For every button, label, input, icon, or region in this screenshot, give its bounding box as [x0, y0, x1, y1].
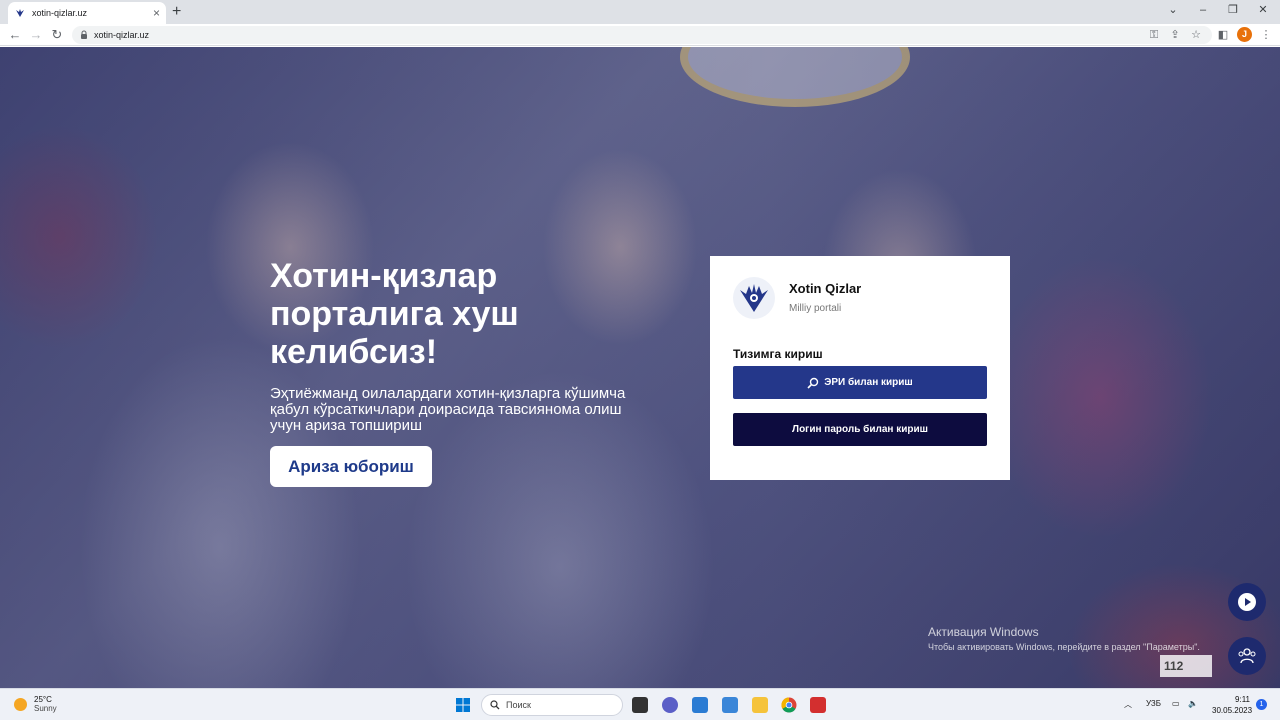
hero-overlay — [0, 47, 1280, 688]
hero-title: Хотин-қизлар порталига хуш келибсиз! — [270, 257, 519, 371]
windows-taskbar: 25°C Sunny Поиск ︿ УЗБ ▭ 🔈 9:11 30.05.20… — [0, 688, 1280, 720]
menu-dots-icon[interactable]: ⋮ — [1258, 27, 1274, 43]
play-video-button[interactable] — [1228, 583, 1266, 621]
eri-login-button[interactable]: ЭРИ билан кириш — [733, 366, 987, 399]
taskbar-search[interactable]: Поиск — [481, 694, 623, 716]
login-heading: Тизимга кириш — [733, 347, 823, 361]
chrome-icon[interactable] — [781, 697, 797, 713]
windows-start-icon[interactable] — [455, 697, 471, 713]
close-window-icon[interactable]: ✕ — [1248, 2, 1278, 18]
network-icon[interactable]: ▭ — [1172, 699, 1180, 708]
clock-date: 30.05.2023 — [1212, 706, 1253, 715]
browser-tab-strip: xotin-qizlar.uz × + ⌄ – ❐ ✕ — [0, 0, 1280, 24]
search-key-icon — [807, 377, 819, 389]
eagle-logo-icon — [733, 277, 775, 319]
hero-subtitle: Эҳтиёжманд оилалардаги хотин-қизларга кў… — [270, 385, 626, 434]
activation-title: Активация Windows — [928, 625, 1039, 639]
share-icon[interactable]: ⇪ — [1167, 27, 1183, 43]
notification-badge[interactable]: 1 — [1256, 699, 1267, 710]
reload-icon[interactable]: ↻ — [48, 27, 66, 43]
clock-time: 9:11 — [1235, 695, 1250, 704]
minimize-icon[interactable]: – — [1188, 2, 1218, 18]
profile-avatar[interactable]: J — [1237, 27, 1252, 42]
brand-subtitle: Milliy portali — [789, 303, 842, 314]
search-label: Поиск — [506, 700, 531, 710]
browser-tab[interactable]: xotin-qizlar.uz × — [8, 2, 166, 24]
key-icon[interactable]: ⚿ — [1146, 27, 1162, 43]
weather-condition: Sunny — [34, 704, 57, 713]
sun-icon — [14, 697, 27, 711]
teams-chat-icon[interactable] — [662, 697, 678, 713]
calculator-icon[interactable] — [722, 697, 738, 713]
tab-search-chevron-icon[interactable]: ⌄ — [1158, 2, 1188, 18]
weather-temperature: 25°C — [34, 695, 52, 704]
back-icon[interactable]: ← — [6, 27, 24, 43]
store-icon[interactable] — [692, 697, 708, 713]
site-favicon-icon — [16, 9, 24, 17]
address-bar-row: ← → ↻ xotin-qizlar.uz ⚿ ⇪ ☆ ◧ ⋮ — [0, 24, 1280, 46]
play-icon — [1238, 593, 1256, 611]
eri-login-label: ЭРИ билан кириш — [824, 377, 913, 388]
forward-icon[interactable]: → — [27, 27, 45, 43]
lock-icon — [81, 30, 87, 39]
brand-name: Xotin Qizlar — [789, 281, 862, 296]
login-card: Xotin Qizlar Milliy portali Тизимга кири… — [710, 256, 1010, 480]
tab-title: xotin-qizlar.uz — [32, 8, 88, 18]
new-tab-button[interactable]: + — [172, 3, 181, 21]
file-explorer-icon[interactable] — [752, 697, 768, 713]
url-field[interactable]: xotin-qizlar.uz — [72, 26, 1212, 44]
url-text: xotin-qizlar.uz — [94, 30, 150, 40]
volume-icon[interactable]: 🔈 — [1188, 699, 1198, 708]
windows-activation-watermark: Активация Windows Чтобы активировать Win… — [928, 625, 1200, 652]
accessibility-button[interactable] — [1228, 637, 1266, 675]
acrobat-icon[interactable] — [810, 697, 826, 713]
password-login-button[interactable]: Логин пароль билан кириш — [733, 413, 987, 446]
weather-widget[interactable]: 25°C Sunny — [14, 695, 57, 713]
search-icon — [490, 700, 500, 710]
language-indicator[interactable]: УЗБ — [1146, 699, 1161, 708]
activation-text: Чтобы активировать Windows, перейдите в … — [928, 642, 1200, 652]
tray-chevron-icon[interactable]: ︿ — [1124, 699, 1132, 710]
bookmark-star-icon[interactable]: ☆ — [1188, 27, 1204, 43]
restore-icon[interactable]: ❐ — [1218, 2, 1248, 18]
side-panel-icon[interactable]: ◧ — [1215, 27, 1231, 43]
task-view-icon[interactable] — [632, 697, 648, 713]
close-tab-icon[interactable]: × — [153, 7, 160, 19]
channel-badge: 112 — [1160, 655, 1212, 677]
people-icon — [1238, 648, 1256, 664]
system-clock[interactable]: 9:11 30.05.2023 — [1212, 694, 1253, 716]
hero-section: Хотин-қизлар порталига хуш келибсиз! Эҳт… — [0, 47, 1280, 688]
apply-button[interactable]: Ариза юбориш — [270, 446, 432, 487]
